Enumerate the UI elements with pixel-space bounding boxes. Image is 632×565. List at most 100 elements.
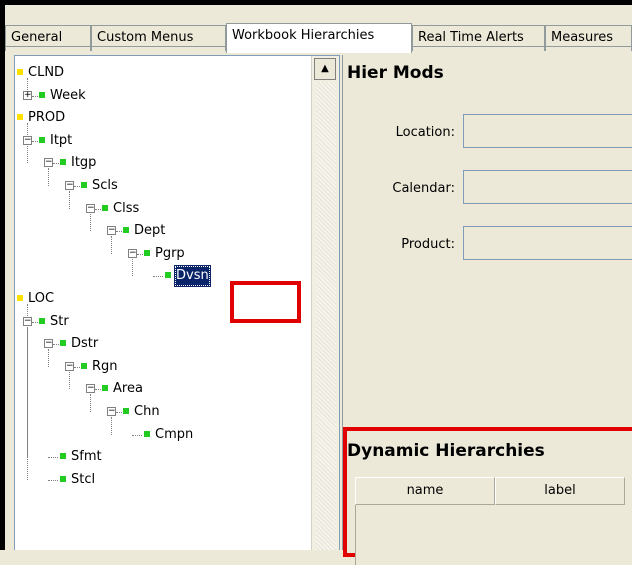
level-node-icon xyxy=(60,453,66,459)
tree-node-prod[interactable]: PROD xyxy=(17,107,67,129)
level-node-icon xyxy=(102,385,108,391)
tree-connector-line xyxy=(53,344,59,345)
root-node-icon xyxy=(17,295,23,301)
scrollbar-track[interactable] xyxy=(316,82,336,550)
level-node-icon xyxy=(102,205,108,211)
level-node-icon xyxy=(60,159,66,165)
tree-node-label: Itpt xyxy=(50,133,73,148)
tree-node-stcl[interactable]: Stcl xyxy=(44,469,97,491)
tree-collapse-icon[interactable]: − xyxy=(128,249,137,258)
level-node-icon xyxy=(60,340,66,346)
root-node-icon xyxy=(17,69,23,75)
tree-collapse-icon[interactable]: − xyxy=(65,181,74,190)
tree-node-str[interactable]: − Str xyxy=(23,311,71,333)
hier-mods-panel: Hier Mods Location: Calendar: Product: D… xyxy=(342,55,632,565)
tab-bar: General Custom Menus Workbook Hierarchie… xyxy=(5,5,632,53)
tree-collapse-icon[interactable]: − xyxy=(107,407,116,416)
dynamic-hierarchies-title: Dynamic Hierarchies xyxy=(347,441,545,461)
tree-node-label: Scls xyxy=(92,178,118,193)
tree-node-label: Pgrp xyxy=(155,246,185,261)
tree-node-week[interactable]: + Week xyxy=(23,85,88,107)
tree-node-cmpn[interactable]: Cmpn xyxy=(128,424,195,446)
tree-node-dvsn[interactable]: Dvsn xyxy=(149,265,211,287)
tree-node-dept[interactable]: − Dept xyxy=(107,220,167,242)
location-label: Location: xyxy=(395,125,455,140)
level-node-icon xyxy=(165,272,171,278)
tree-connector-line xyxy=(27,327,28,480)
tree-expand-icon[interactable]: + xyxy=(23,91,32,100)
product-field[interactable] xyxy=(463,226,632,260)
tree-connector-line xyxy=(48,457,58,458)
tree-collapse-icon[interactable]: − xyxy=(107,226,116,235)
tree-node-label: Cmpn xyxy=(155,427,194,442)
tree-node-sfmt[interactable]: Sfmt xyxy=(44,446,104,468)
calendar-field[interactable] xyxy=(463,170,632,204)
tree-node-chn[interactable]: − Chn xyxy=(107,401,162,423)
tree-connector-line xyxy=(32,322,38,323)
selected-node-highlight xyxy=(230,281,301,323)
tab-real-time-alerts[interactable]: Real Time Alerts xyxy=(412,25,545,51)
tab-label: General xyxy=(11,30,63,45)
dynamic-hierarchies-grid-header: name label xyxy=(355,477,632,505)
tree-node-scls[interactable]: − Scls xyxy=(65,175,120,197)
tree-connector-line xyxy=(116,412,122,413)
level-node-icon xyxy=(39,92,45,98)
level-node-icon xyxy=(60,476,66,482)
level-node-icon xyxy=(123,227,129,233)
tree-collapse-icon[interactable]: − xyxy=(44,158,53,167)
tree-connector-line xyxy=(137,254,143,255)
tree-node-pgrp[interactable]: − Pgrp xyxy=(128,243,187,265)
tree-node-label: Sfmt xyxy=(71,449,102,464)
tree-collapse-icon[interactable]: − xyxy=(23,136,32,145)
tree-node-clnd[interactable]: CLND xyxy=(17,62,66,84)
tree-connector-line xyxy=(95,389,101,390)
tree-connector-line xyxy=(153,276,163,277)
tree-node-itgp[interactable]: − Itgp xyxy=(44,152,98,174)
tree-node-label: Chn xyxy=(134,404,160,419)
dynamic-hierarchies-grid[interactable] xyxy=(355,505,632,565)
tree-connector-line xyxy=(53,163,59,164)
tree-node-rgn[interactable]: − Rgn xyxy=(65,356,120,378)
tab-label: Custom Menus xyxy=(97,30,194,45)
tree-node-label: Dept xyxy=(134,223,166,238)
vertical-scrollbar[interactable]: ▲ xyxy=(311,56,339,550)
tree-collapse-icon[interactable]: − xyxy=(86,204,95,213)
tree-node-label: PROD xyxy=(28,110,66,125)
level-node-icon xyxy=(39,318,45,324)
tree-node-area[interactable]: − Area xyxy=(86,378,145,400)
tab-label: Real Time Alerts xyxy=(418,30,524,45)
tree-connector-line xyxy=(74,186,80,187)
tree-node-clss[interactable]: − Clss xyxy=(86,198,141,220)
tree-node-dstr[interactable]: − Dstr xyxy=(44,333,100,355)
tree-node-label: Area xyxy=(113,381,143,396)
dynamic-hierarchies-section: Dynamic Hierarchies name label xyxy=(343,427,632,565)
tree-connector-line xyxy=(74,367,80,368)
tab-custom-menus[interactable]: Custom Menus xyxy=(91,25,226,51)
tree-collapse-icon[interactable]: − xyxy=(86,384,95,393)
tree-collapse-icon[interactable]: − xyxy=(65,362,74,371)
tab-workbook-hierarchies[interactable]: Workbook Hierarchies xyxy=(226,23,412,53)
tree-node-label: CLND xyxy=(28,65,65,80)
tab-measures[interactable]: Measures xyxy=(545,25,632,51)
tree-node-label: Dvsn xyxy=(174,265,211,287)
scroll-up-arrow-icon[interactable]: ▲ xyxy=(314,58,336,80)
level-node-icon xyxy=(39,137,45,143)
tab-general[interactable]: General xyxy=(5,25,91,51)
tree-connector-line xyxy=(132,435,142,436)
tree-node-label: Clss xyxy=(113,201,140,216)
window-frame-left xyxy=(0,0,5,550)
tree-node-loc[interactable]: LOC xyxy=(17,288,56,310)
level-node-icon xyxy=(81,363,87,369)
tab-label: Measures xyxy=(551,30,614,45)
tree-collapse-icon[interactable]: − xyxy=(23,317,32,326)
tab-label: Workbook Hierarchies xyxy=(232,28,375,43)
tree-node-label: Itgp xyxy=(71,155,97,170)
product-label: Product: xyxy=(401,237,455,252)
tree-collapse-icon[interactable]: − xyxy=(44,339,53,348)
column-header-label[interactable]: label xyxy=(495,477,625,505)
column-header-name[interactable]: name xyxy=(355,477,495,505)
tree-node-itpt[interactable]: − Itpt xyxy=(23,130,74,152)
location-field[interactable] xyxy=(463,114,632,148)
tree-node-label: Rgn xyxy=(92,359,118,374)
tree-connector-line xyxy=(32,96,38,97)
